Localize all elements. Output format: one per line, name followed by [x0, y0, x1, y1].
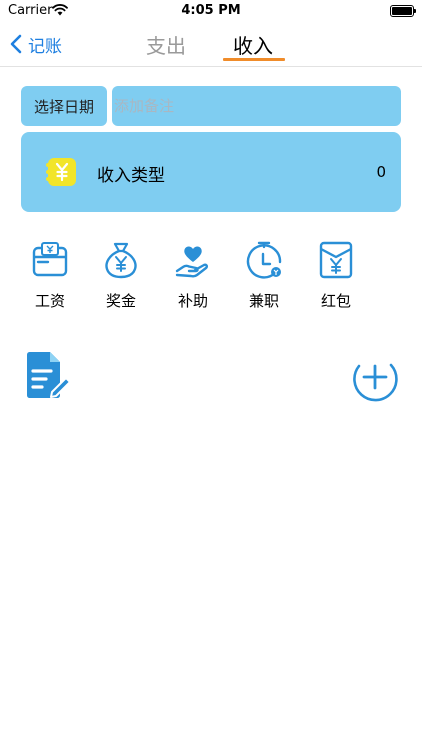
red-envelope-icon — [319, 241, 353, 279]
status-bar: Carrier 4:05 PM — [0, 0, 422, 22]
wallet-icon — [32, 242, 68, 277]
edit-note-icon[interactable] — [24, 351, 72, 401]
select-date-button[interactable]: 选择日期 — [21, 86, 107, 126]
category-label: 奖金 — [105, 292, 136, 310]
category-label: 补助 — [177, 292, 208, 310]
category-salary[interactable]: 工资 — [15, 240, 85, 311]
clock: 4:05 PM — [181, 3, 241, 18]
category-red-envelope[interactable]: 红包 — [301, 240, 371, 311]
category-label: 工资 — [34, 292, 65, 310]
chevron-left-icon — [10, 34, 22, 54]
yuan-coin-icon — [46, 158, 76, 186]
nav-bar: 记账 支出 收入 — [0, 22, 422, 67]
category-part-time[interactable]: 兼职 — [229, 240, 299, 311]
back-button[interactable]: 记账 — [10, 31, 62, 57]
note-input[interactable] — [112, 86, 401, 126]
stopwatch-icon — [246, 241, 282, 279]
active-tab-indicator — [223, 58, 285, 61]
income-type-label: 收入类型 — [97, 166, 165, 186]
category-label: 兼职 — [248, 292, 279, 310]
heart-hand-icon — [175, 246, 209, 278]
money-bag-icon — [105, 242, 137, 279]
amount-value: 0 — [376, 163, 386, 181]
category-label: 红包 — [320, 292, 351, 310]
tab-income[interactable]: 收入 — [233, 30, 273, 59]
add-circle-icon[interactable] — [350, 352, 400, 402]
battery-icon — [390, 5, 416, 17]
category-subsidy[interactable]: 补助 — [158, 240, 228, 311]
tab-expense[interactable]: 支出 — [146, 30, 186, 59]
income-type-card[interactable]: 收入类型 0 — [21, 132, 401, 212]
category-bonus[interactable]: 奖金 — [86, 240, 156, 311]
back-label: 记账 — [28, 36, 62, 57]
